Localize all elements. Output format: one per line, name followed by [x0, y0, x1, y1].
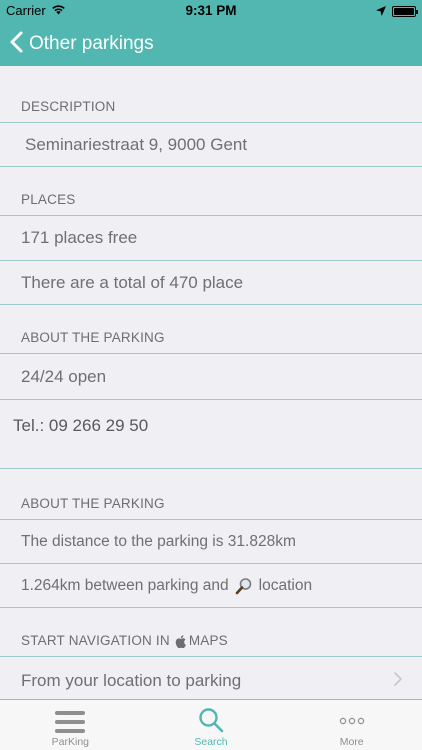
section-header-description: DESCRIPTION — [21, 99, 116, 114]
parking-detail-list[interactable]: DESCRIPTION Seminariestraat 9, 9000 Gent… — [0, 66, 422, 699]
section-header-distance: ABOUT THE PARKING — [21, 496, 165, 511]
section-header-places: PLACES — [21, 192, 76, 207]
back-label: Other parkings — [29, 33, 154, 54]
tab-parking-label: ParKing — [51, 736, 90, 748]
places-total-row: There are a total of 470 place — [0, 260, 422, 305]
between-row: 1.264km between parking and location — [0, 563, 422, 608]
section-header-navigation: START NAVIGATION IN MAPS — [0, 608, 422, 656]
magnifier-icon — [235, 577, 253, 595]
distance-text: The distance to the parking is 31.828km — [21, 532, 296, 550]
status-right — [376, 4, 418, 19]
phone-row[interactable]: Tel.: 09 266 29 50 — [0, 399, 422, 469]
distance-row: The distance to the parking is 31.828km — [0, 519, 422, 563]
more-icon — [339, 717, 365, 725]
between-suffix-text: location — [258, 576, 313, 594]
apple-icon — [175, 635, 186, 648]
address-row: Seminariestraat 9, 9000 Gent — [0, 122, 422, 167]
hours-row: 24/24 open — [0, 353, 422, 399]
back-button[interactable]: Other parkings — [10, 31, 154, 58]
places-free-text: 171 places free — [21, 228, 138, 247]
navigation-bar: Other parkings — [0, 22, 422, 66]
navigation-header-prefix: START NAVIGATION IN — [21, 633, 170, 648]
section-header-about: ABOUT THE PARKING — [21, 330, 165, 345]
chevron-left-icon — [10, 31, 23, 58]
address-text: Seminariestraat 9, 9000 Gent — [25, 134, 248, 154]
tab-parking[interactable]: ParKing — [0, 700, 141, 750]
navigation-header-suffix: MAPS — [188, 633, 228, 648]
battery-icon — [392, 6, 418, 17]
between-prefix-text: 1.264km between parking and — [21, 576, 229, 594]
tab-more[interactable]: More — [281, 700, 422, 750]
tab-bar: ParKing Search More — [0, 699, 422, 750]
status-bar: Carrier 9:31 PM — [0, 0, 422, 22]
search-icon — [198, 707, 224, 733]
hours-text: 24/24 open — [21, 366, 107, 386]
navigation-route-text: From your location to parking — [21, 670, 242, 690]
menu-icon — [55, 711, 86, 733]
status-time: 9:31 PM — [185, 3, 237, 18]
places-free-row: 171 places free — [0, 215, 422, 260]
tab-search-label: Search — [194, 736, 228, 748]
places-total-text: There are a total of 470 place — [21, 272, 244, 292]
tab-search[interactable]: Search — [141, 700, 282, 750]
navigation-route-row[interactable]: From your location to parking — [0, 656, 422, 699]
phone-text: Tel.: 09 266 29 50 — [13, 416, 149, 435]
chevron-right-icon — [394, 672, 402, 686]
tab-more-label: More — [339, 736, 364, 748]
location-arrow-icon — [376, 4, 386, 19]
